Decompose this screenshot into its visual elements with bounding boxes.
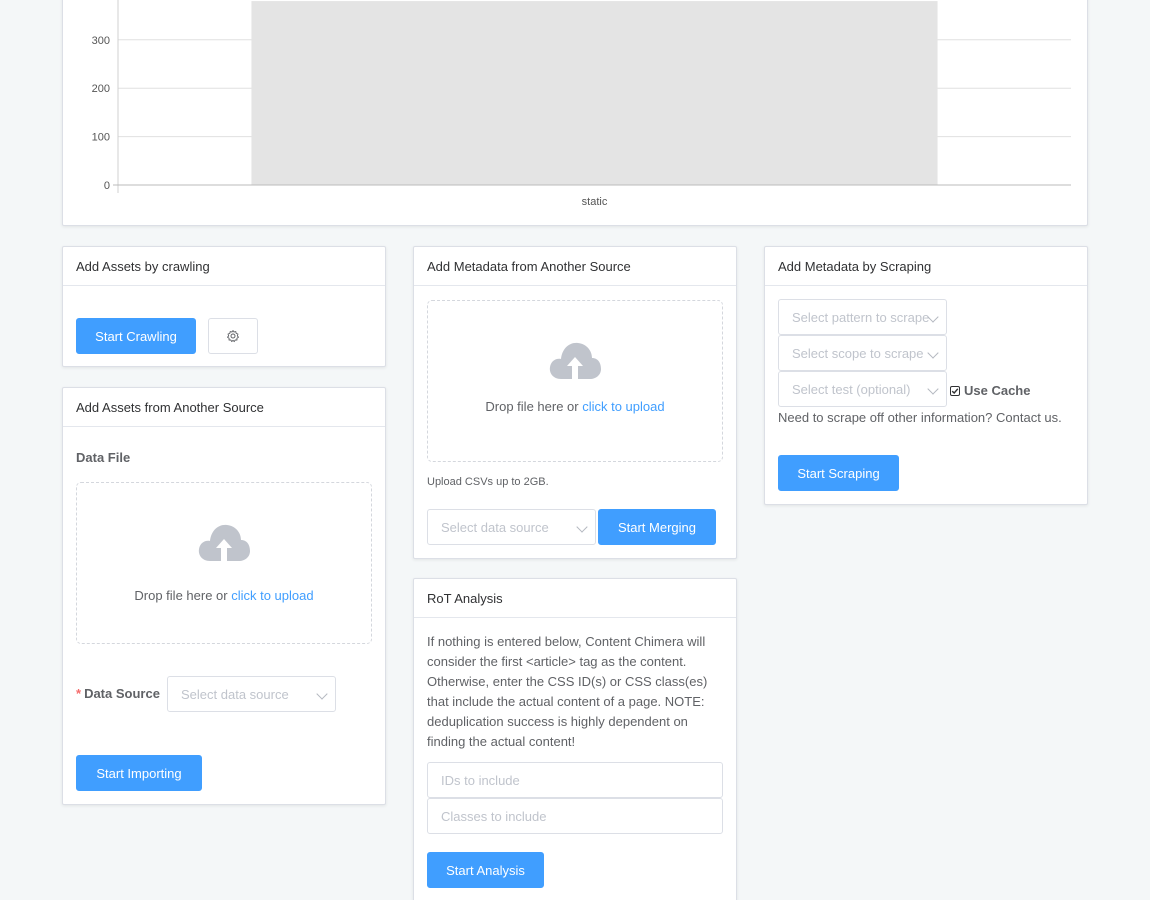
chart-card: 0 100 200 300 static: [62, 0, 1088, 226]
pattern-placeholder: Select pattern to scrape: [792, 309, 930, 325]
crawl-card-title: Add Assets by crawling: [76, 258, 210, 274]
import-card: Add Assets from Another Source Data File…: [62, 387, 386, 805]
chevron-down-icon: [927, 383, 939, 395]
metadata-data-source-placeholder: Select data source: [441, 519, 549, 535]
data-source-label: * Data Source: [76, 686, 160, 701]
chevron-down-icon: [576, 521, 588, 533]
upload-tip: Upload CSVs up to 2GB.: [427, 476, 549, 488]
import-click-to-upload-link[interactable]: click to upload: [231, 588, 313, 603]
scope-placeholder: Select scope to scrape: [792, 345, 924, 361]
import-data-source-select[interactable]: Select data source: [167, 676, 336, 712]
y-tick-label: 200: [92, 83, 110, 95]
bar: [251, 1, 938, 185]
ids-placeholder: IDs to include: [441, 772, 520, 788]
metadata-card-title: Add Metadata from Another Source: [427, 258, 631, 274]
y-tick-label: 100: [92, 132, 110, 144]
metadata-card-header: Add Metadata from Another Source: [414, 247, 736, 286]
rot-description: If nothing is entered below, Content Chi…: [427, 634, 708, 749]
start-crawling-label: Start Crawling: [95, 328, 177, 344]
metadata-data-source-select[interactable]: Select data source: [427, 509, 596, 545]
start-analysis-button[interactable]: Start Analysis: [427, 852, 544, 888]
gear-icon: [227, 330, 239, 343]
start-merging-label: Start Merging: [617, 519, 697, 535]
use-cache-checkbox[interactable]: Use Cache: [950, 383, 1030, 398]
crawl-settings-button[interactable]: [208, 318, 258, 354]
use-cache-label: Use Cache: [964, 383, 1031, 398]
x-tick-label: static: [582, 196, 608, 208]
start-analysis-label: Start Analysis: [446, 862, 525, 878]
import-card-header: Add Assets from Another Source: [63, 388, 385, 427]
metadata-dropzone[interactable]: Drop file here or click to upload: [427, 300, 723, 462]
scrape-scope-select[interactable]: Select scope to scrape: [778, 335, 947, 371]
rot-card-title: RoT Analysis: [427, 590, 503, 606]
test-placeholder: Select test (optional): [792, 381, 911, 397]
classes-to-include-input[interactable]: Classes to include: [427, 798, 723, 834]
metadata-drop-text: Drop file here or click to upload: [428, 399, 722, 414]
chevron-down-icon: [927, 347, 939, 359]
y-tick-label: 0: [104, 180, 110, 192]
start-scraping-label: Start Scraping: [797, 465, 880, 481]
crawl-card: Add Assets by crawling Start Crawling: [62, 246, 386, 367]
checkbox-checked-icon: [950, 385, 960, 396]
start-merging-button[interactable]: Start Merging: [598, 509, 716, 545]
crawl-card-header: Add Assets by crawling: [63, 247, 385, 286]
required-mark: *: [76, 686, 82, 701]
scrape-pattern-select[interactable]: Select pattern to scrape: [778, 299, 947, 335]
start-crawling-button[interactable]: Start Crawling: [76, 318, 196, 354]
import-data-source-placeholder: Select data source: [181, 686, 289, 702]
data-source-label-text: Data Source: [84, 686, 160, 701]
cloud-upload-icon: [549, 342, 601, 379]
rot-card-header: RoT Analysis: [414, 579, 736, 618]
import-drop-text: Drop file here or click to upload: [77, 588, 371, 603]
import-drop-prefix: Drop file here or: [134, 588, 232, 603]
bar-chart: 0 100 200 300 static: [92, 0, 1071, 208]
start-scraping-button[interactable]: Start Scraping: [778, 455, 899, 491]
scrape-card-title: Add Metadata by Scraping: [778, 258, 932, 274]
y-tick-label: 300: [92, 35, 110, 47]
scrape-contact-text: Need to scrape off other information? Co…: [778, 410, 1062, 425]
metadata-click-to-upload-link[interactable]: click to upload: [582, 399, 664, 414]
data-file-label: Data File: [76, 450, 131, 465]
rot-card: RoT Analysis If nothing is entered below…: [413, 578, 737, 900]
classes-placeholder: Classes to include: [441, 808, 547, 824]
scrape-test-select[interactable]: Select test (optional): [778, 371, 947, 407]
cloud-upload-icon: [198, 524, 250, 561]
import-dropzone[interactable]: Drop file here or click to upload: [76, 482, 372, 644]
start-importing-label: Start Importing: [96, 765, 182, 781]
chevron-down-icon: [316, 688, 328, 700]
scrape-card: Add Metadata by Scraping Select pattern …: [764, 246, 1088, 505]
metadata-card: Add Metadata from Another Source Drop fi…: [413, 246, 737, 559]
scrape-card-header: Add Metadata by Scraping: [765, 247, 1087, 286]
ids-to-include-input[interactable]: IDs to include: [427, 762, 723, 798]
import-card-title: Add Assets from Another Source: [76, 399, 264, 415]
start-importing-button[interactable]: Start Importing: [76, 755, 202, 791]
metadata-drop-prefix: Drop file here or: [485, 399, 583, 414]
